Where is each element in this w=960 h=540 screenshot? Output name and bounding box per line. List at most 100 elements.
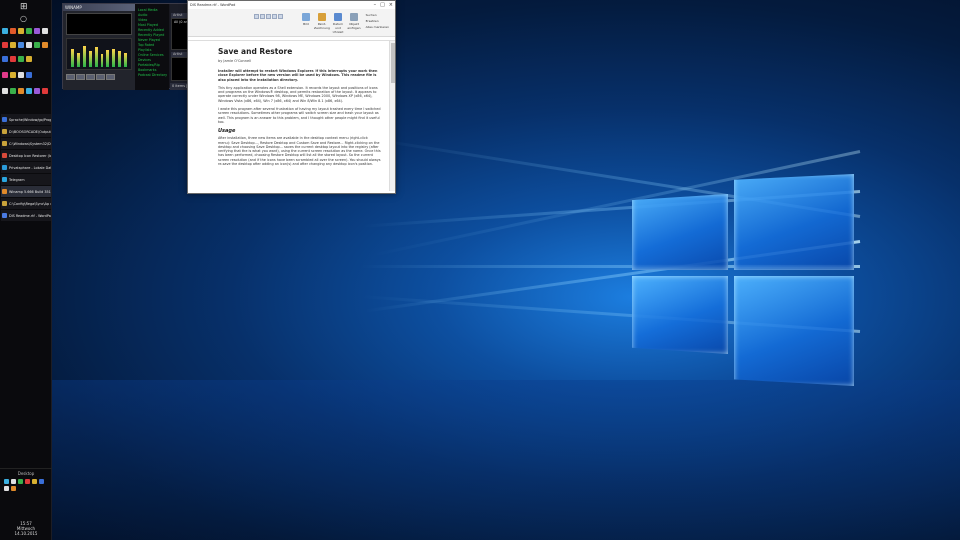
folder-icon[interactable] (18, 28, 24, 34)
eq-slider[interactable] (94, 47, 98, 67)
eq-slider[interactable] (112, 49, 116, 67)
task-app-icon (2, 153, 7, 158)
firefox-icon[interactable] (10, 28, 16, 34)
eq-slider[interactable] (100, 54, 104, 67)
doc-usage: After installation, three new items are … (218, 136, 381, 167)
wordpad-window[interactable]: DIS Readme.rtf - WordPad – □ × Bild Pain… (187, 0, 396, 194)
stop-button[interactable] (96, 74, 105, 80)
folder-icon[interactable] (10, 42, 16, 48)
taskbar-task[interactable]: Telegram (1, 174, 51, 185)
app-icon[interactable] (26, 72, 32, 78)
editing-group: Suchen Ersetzen Alles markieren (366, 12, 389, 30)
eq-slider[interactable] (124, 53, 128, 67)
insert-picture-button[interactable]: Bild (298, 13, 314, 26)
format-buttons (254, 14, 283, 19)
app-icon[interactable] (10, 72, 16, 78)
search-icon[interactable]: ○ (20, 14, 27, 23)
paint-drawing-button[interactable]: Paint-Zeichnung (314, 13, 330, 30)
vertical-scrollbar[interactable] (389, 41, 395, 191)
taskbar-task[interactable]: Winamp 5.666 Build 3516 (1, 186, 51, 197)
app-icon[interactable] (34, 28, 40, 34)
taskbar-task[interactable]: Desktop Icon Restorer (Ioctl)... (1, 150, 51, 161)
app-icon[interactable] (2, 56, 8, 62)
eq-slider[interactable] (76, 53, 80, 67)
object-icon (350, 13, 358, 21)
tray-app-icon[interactable] (39, 479, 44, 484)
app-icon[interactable] (34, 42, 40, 48)
align-right-button[interactable] (266, 14, 271, 19)
next-button[interactable] (106, 74, 115, 80)
app-icon[interactable] (18, 88, 24, 94)
app-icon[interactable] (2, 72, 8, 78)
app-icon[interactable] (26, 42, 32, 48)
task-app-icon (2, 213, 7, 218)
tray-app-icon[interactable] (11, 486, 16, 491)
app-icon[interactable] (26, 28, 32, 34)
edge-icon[interactable] (2, 28, 8, 34)
tray-app-icon[interactable] (18, 479, 23, 484)
task-app-icon (2, 201, 7, 206)
align-left-button[interactable] (254, 14, 259, 19)
app-icon[interactable] (18, 72, 24, 78)
maximize-icon[interactable]: □ (380, 2, 385, 8)
app-icon[interactable] (26, 88, 32, 94)
document-area[interactable]: Save and Restore by Jamie O'Connell Inst… (188, 41, 391, 191)
eq-slider[interactable] (71, 49, 74, 67)
prev-button[interactable] (66, 74, 75, 80)
taskbar-task[interactable]: C:\Windows\System32\Display... (1, 138, 51, 149)
app-icon[interactable] (42, 88, 48, 94)
winamp-title[interactable]: WINAMP (63, 4, 135, 11)
datetime-button[interactable]: Datum und Uhrzeit (330, 13, 346, 34)
doc-warning: Installer will attempt to restart Window… (218, 69, 378, 82)
close-icon[interactable]: × (389, 2, 393, 8)
taskbar-task[interactable]: Sprache/Window/go/Progra/Einstellun (1, 114, 51, 125)
app-icon[interactable] (42, 28, 48, 34)
app-icon[interactable] (26, 56, 32, 62)
doc-intro: This tiny application operates as a Shel… (218, 85, 378, 103)
paragraph-button[interactable] (278, 14, 283, 19)
pause-button[interactable] (86, 74, 95, 80)
app-icon[interactable] (10, 88, 16, 94)
quicklaunch-row-5 (2, 88, 48, 94)
minimize-icon[interactable]: – (374, 2, 377, 8)
eq-slider[interactable] (88, 51, 92, 67)
task-app-icon (2, 129, 7, 134)
eq-slider[interactable] (82, 46, 86, 67)
tray-app-icon[interactable] (4, 486, 9, 491)
taskbar-task[interactable]: Privatsphare - Lokale Daten ... (1, 162, 51, 173)
select-all-button[interactable]: Alles markieren (366, 24, 389, 30)
winamp-library-tree: Local Media Audio Video Most Played Recently… (135, 4, 169, 90)
app-icon[interactable] (2, 42, 8, 48)
wordpad-titlebar[interactable]: DIS Readme.rtf - WordPad – □ × (188, 1, 395, 9)
library-tree-item[interactable]: Podcast Directory (135, 73, 169, 78)
app-icon[interactable] (42, 42, 48, 48)
quicklaunch-row-4 (2, 72, 32, 78)
taskbar-task-list: Sprache/Window/go/Progra/Einstellun D:\BO… (1, 114, 51, 222)
taskbar-task[interactable]: C:\Config\Rega\Sync\Ap dat... (1, 198, 51, 209)
insert-object-button[interactable]: Objekt einfügen (346, 13, 362, 30)
app-icon[interactable] (34, 88, 40, 94)
align-center-button[interactable] (260, 14, 265, 19)
app-icon[interactable] (18, 56, 24, 62)
tray-app-icon[interactable] (32, 479, 37, 484)
tray-desktop-label[interactable]: Desktop (0, 471, 52, 476)
system-tray: Desktop 15:57 Mittwoch 14.10.2015 (0, 468, 52, 540)
taskbar: ⊞ ○ Sprache/Window/go/Progra/Einst (0, 0, 52, 540)
clock[interactable]: 15:57 Mittwoch 14.10.2015 (0, 521, 52, 536)
start-button[interactable]: ⊞ (20, 2, 28, 12)
app-icon[interactable] (10, 56, 16, 62)
app-icon[interactable] (18, 42, 24, 48)
eq-slider[interactable] (118, 51, 122, 67)
taskbar-task[interactable]: D:\BOOSORCADE\Output... (1, 126, 51, 137)
justify-button[interactable] (272, 14, 277, 19)
play-button[interactable] (76, 74, 85, 80)
app-icon[interactable] (2, 88, 8, 94)
taskbar-task[interactable]: DIS Readme.rtf - WordPad (1, 210, 51, 221)
quicklaunch-row-3 (2, 56, 32, 62)
volume-icon[interactable] (11, 479, 16, 484)
scrollbar-thumb[interactable] (391, 43, 395, 83)
tray-app-icon[interactable] (25, 479, 30, 484)
eq-slider[interactable] (106, 50, 110, 67)
network-icon[interactable] (4, 479, 9, 484)
desktop-light-rays (360, 0, 960, 540)
